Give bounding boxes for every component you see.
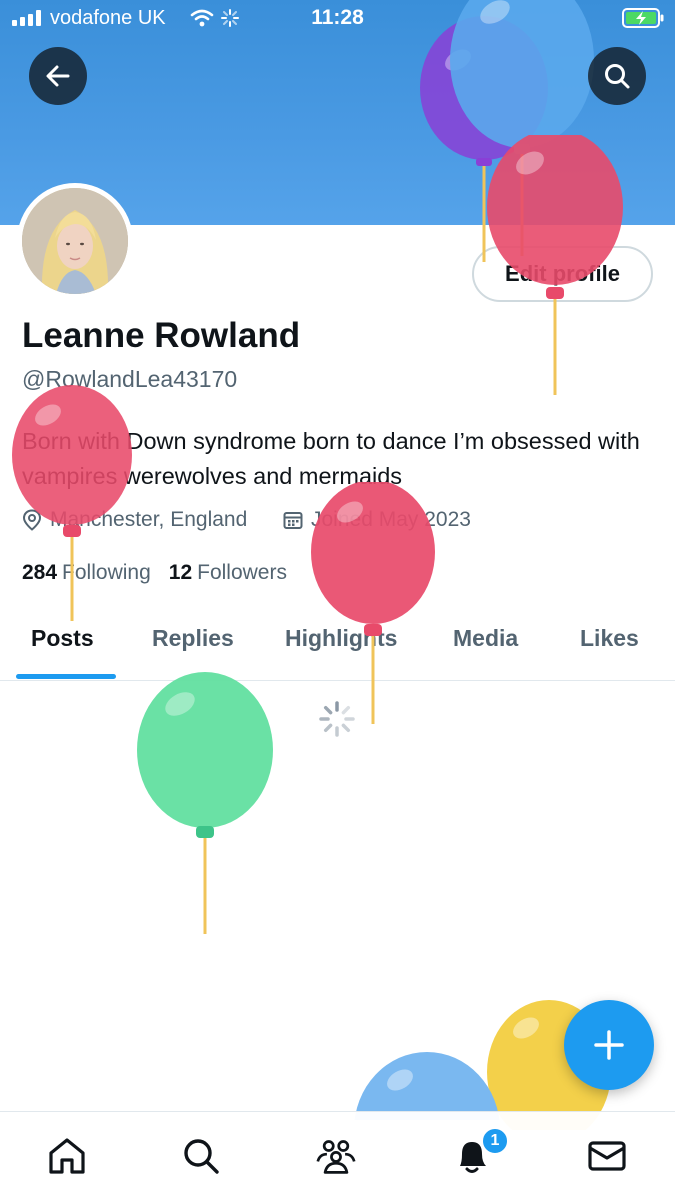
profile-location: Manchester, England	[22, 508, 247, 532]
profile-tabs: Posts Replies Highlights Media Likes	[0, 605, 675, 681]
tab-posts[interactable]: Posts	[31, 625, 94, 652]
profile-handle: @RowlandLea43170	[22, 366, 238, 392]
tab-replies[interactable]: Replies	[152, 625, 234, 652]
tab-highlights[interactable]: Highlights	[285, 625, 397, 652]
search-icon	[605, 64, 630, 89]
calendar-icon	[283, 512, 303, 529]
communities-icon[interactable]	[316, 1136, 356, 1176]
plus-icon	[594, 1030, 624, 1060]
location-pin-icon	[22, 509, 42, 531]
following-label: Following	[62, 561, 151, 584]
avatar[interactable]	[17, 183, 133, 299]
battery-charging-icon	[622, 8, 664, 28]
loading-spinner-icon	[319, 701, 355, 737]
search-button[interactable]	[588, 47, 646, 105]
balloon-blue-bottom	[354, 1052, 500, 1120]
status-time: 11:28	[311, 6, 364, 29]
balloon-red-left	[12, 385, 132, 621]
profile-name: Leanne Rowland	[22, 316, 301, 355]
status-bar: vodafone UK 11:28	[0, 0, 675, 40]
joined-text: Joined May 2023	[311, 508, 471, 531]
active-tab-indicator	[16, 674, 116, 679]
search-icon[interactable]	[181, 1136, 221, 1176]
avatar-photo	[22, 188, 128, 294]
balloon-green	[137, 672, 273, 934]
notifications-badge: 1	[481, 1127, 509, 1155]
following-link[interactable]: 284 Following	[22, 561, 151, 585]
envelope-icon[interactable]	[587, 1136, 627, 1176]
profile-bio: Born with Down syndrome born to dance I’…	[22, 428, 640, 489]
bottom-navigation	[0, 1111, 675, 1200]
profile-joined-date: Joined May 2023	[283, 508, 471, 532]
followers-count: 12	[168, 561, 193, 584]
tab-media[interactable]: Media	[453, 625, 518, 652]
tab-likes[interactable]: Likes	[580, 625, 639, 652]
back-button[interactable]	[29, 47, 87, 105]
location-text: Manchester, England	[50, 508, 248, 531]
following-count: 284	[22, 561, 58, 584]
compose-post-button[interactable]	[564, 1000, 654, 1090]
edit-profile-button[interactable]: Edit profile	[472, 246, 653, 302]
followers-label: Followers	[197, 561, 287, 584]
home-icon[interactable]	[47, 1136, 87, 1176]
follow-stats: 284 Following 12 Followers	[22, 561, 287, 585]
back-arrow-icon	[46, 65, 70, 87]
followers-link[interactable]: 12 Followers	[169, 561, 287, 585]
